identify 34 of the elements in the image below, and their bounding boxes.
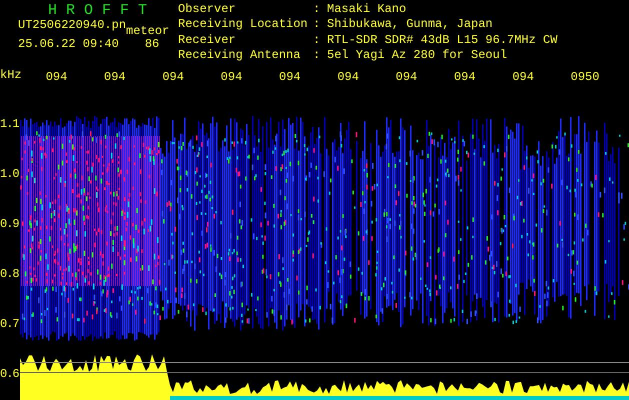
info-separator: : (313, 3, 322, 18)
info-separator: : (313, 34, 322, 48)
info-value: 5el Yagi Az 280 for Seoul (327, 48, 508, 64)
time-tick-label: 094 (512, 70, 535, 84)
event-count: 86 (144, 38, 160, 51)
info-separator: : (313, 18, 322, 34)
logo-text: H R O F F T (47, 3, 148, 19)
frequency-tick-label: 1.0 (0, 167, 19, 181)
time-tick-label: 094 (337, 70, 360, 84)
time-tick-label: 094 (396, 70, 418, 84)
frequency-tick-label: 0.9 (0, 217, 19, 231)
frequency-tick-label: 1.1 (0, 117, 19, 131)
file-name: UT2506220940.pn (18, 19, 126, 32)
time-tick-label: 094 (162, 70, 185, 84)
info-value: Shibukawa, Gunma, Japan (327, 18, 494, 34)
time-tick-label: 094 (279, 70, 302, 84)
frequency-tick-label: 0.7 (0, 317, 19, 331)
time-tick-label: 094 (104, 70, 127, 84)
info-value: RTL-SDR SDR# 43dB L15 96.7MHz CW (327, 34, 558, 48)
info-label: Receiving Location (178, 18, 309, 34)
event-type-label: meteor (126, 25, 170, 38)
time-tick-label: 094 (220, 70, 244, 84)
info-label: Receiving Antenna (178, 48, 302, 64)
info-label: Observer (178, 3, 237, 18)
time-tick-label: 094 (46, 70, 68, 84)
frequency-tick-label: 0.8 (0, 267, 19, 281)
date-time: 25.06.22 09:40 (18, 38, 119, 51)
info-value: Masaki Kano (327, 3, 408, 18)
info-separator: : (313, 48, 322, 64)
time-tick-label: 0950 (570, 70, 600, 84)
axis-unit: kHz (0, 68, 23, 82)
time-tick-label: 094 (454, 70, 477, 84)
frequency-tick-label: 0.6 (0, 367, 19, 381)
info-label: Receiver (178, 34, 237, 48)
